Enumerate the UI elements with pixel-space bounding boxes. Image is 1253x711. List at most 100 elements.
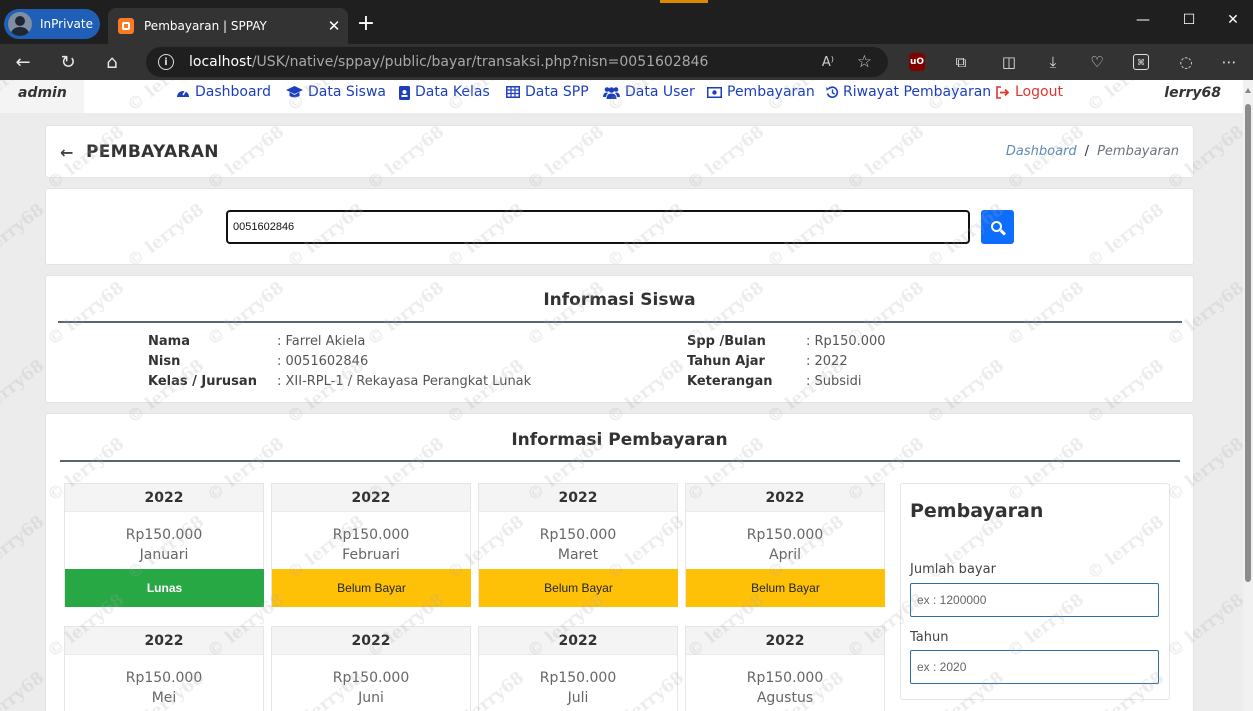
new-tab-icon[interactable]: + [354,10,378,38]
current-user-label: lerry68 [1164,85,1221,101]
downloads-icon[interactable]: ⤓ [1043,52,1063,72]
url-box[interactable]: i localhost/USK/native/sppay/public/baya… [146,47,888,77]
status-belum-bayar-button[interactable]: Belum Bayar [272,569,471,607]
nav-data-spp[interactable]: Data SPP [506,84,589,100]
status-belum-bayar-button[interactable]: Belum Bayar [479,569,678,607]
info-row-tahun-ajar: Tahun Ajar : 2022 [687,354,848,369]
month-amount: Rp150.000 [332,527,410,543]
nav-logout[interactable]: Logout [996,84,1063,100]
breadcrumb-dashboard[interactable]: Dashboard [1006,144,1077,159]
nav-data-user[interactable]: Data User [603,84,695,100]
nav-data-spp-label: Data SPP [525,84,589,100]
breadcrumb-separator: / [1084,144,1090,159]
extensions-puzzle-icon[interactable]: ⧉ [951,52,971,72]
graduation-cap-icon [286,85,303,99]
month-card: 2022 Rp150.000 Mei [64,626,264,711]
favorite-star-icon[interactable]: ☆ [857,52,872,72]
nav-pembayaran-label: Pembayaran [727,84,815,100]
xampp-favicon-icon [118,18,134,34]
watermark-text: © lerry68 [0,199,49,272]
month-name: Maret [557,547,599,563]
refresh-icon[interactable]: ↻ [53,49,83,75]
month-name: Juli [567,690,589,706]
info-row-kelas: Kelas / Jurusan : XII-RPL-1 / Rekayasa P… [148,374,531,389]
browser-tab-bar: InPrivate Pembayaran | SPPAY ✕ + — ☐ ✕ [0,0,1253,44]
month-year: 2022 [686,627,884,655]
student-info-heading: Informasi Siswa [543,290,696,310]
minimize-icon[interactable]: — [1118,0,1168,40]
scrollbar-thumb[interactable] [1245,104,1251,582]
split-screen-icon[interactable]: ◫ [999,52,1019,72]
back-arrow-icon[interactable]: ← [8,49,38,75]
url-host: localhost [189,54,252,70]
month-name: Agustus [756,690,814,706]
info-key: Kelas / Jurusan [148,374,257,389]
window-close-icon[interactable]: ✕ [1208,0,1253,40]
maximize-icon[interactable]: ☐ [1164,0,1214,40]
student-info-card: Informasi Siswa Nama : Farrel Akiela Nis… [45,275,1194,403]
nav-pembayaran[interactable]: Pembayaran [707,84,815,100]
info-row-nama: Nama : Farrel Akiela [148,334,365,349]
screenshot-extension-icon[interactable]: ⌘ [1133,54,1149,70]
divider [60,460,1180,462]
month-year: 2022 [479,484,677,512]
nav-data-siswa[interactable]: Data Siswa [286,84,386,100]
url-text[interactable]: localhost/USK/native/sppay/public/bayar/… [189,54,708,70]
read-aloud-icon[interactable]: A⁾ [822,55,834,70]
page-scrollbar[interactable] [1243,80,1253,711]
month-year: 2022 [65,484,263,512]
month-amount: Rp150.000 [539,670,617,686]
search-button[interactable] [981,210,1014,244]
health-extension-icon[interactable]: ♡ [1087,52,1107,72]
tachometer-icon [176,86,190,99]
scroll-up-icon[interactable] [1245,88,1251,93]
status-lunas-button[interactable]: Lunas [65,569,264,607]
nav-data-user-label: Data User [625,84,695,100]
month-card: 2022 Rp150.000 Juni [271,626,471,711]
year-label: Tahun [910,630,949,645]
month-amount: Rp150.000 [539,527,617,543]
tab-close-icon[interactable]: ✕ [320,17,348,35]
nav-data-siswa-label: Data Siswa [308,84,386,100]
info-value: : Rp150.000 [806,334,886,349]
payment-form: Pembayaran Jumlah bayar ex : 1200000 Tah… [900,483,1170,700]
address-bar-row: ← ↻ ⌂ i localhost/USK/native/sppay/publi… [0,44,1253,80]
nav-riwayat-pembayaran[interactable]: Riwayat Pembayaran [826,84,991,100]
search-card: 0051602846 [45,188,1194,265]
month-card: 2022 Rp150.000 Februari Belum Bayar [271,483,471,607]
copilot-icon[interactable]: ◌ [1176,52,1196,72]
tab-title: Pembayaran | SPPAY [144,19,267,33]
history-icon [826,85,839,99]
nisn-search-input[interactable]: 0051602846 [226,210,970,244]
info-key: Keterangan [687,374,773,389]
watermark-text: © lerry68 [0,511,49,584]
status-belum-bayar-button[interactable]: Belum Bayar [686,569,885,607]
more-menu-icon[interactable]: ⋯ [1219,52,1239,72]
info-key: Tahun Ajar [687,354,765,369]
payment-info-card: Informasi Pembayaran 2022 Rp150.000 Januar… [45,413,1194,711]
month-amount: Rp150.000 [746,527,824,543]
inprivate-badge[interactable]: InPrivate [4,9,100,39]
month-name: Juni [358,690,384,706]
home-icon[interactable]: ⌂ [97,49,127,75]
divider [58,321,1182,323]
site-info-icon[interactable]: i [158,54,174,70]
amount-input[interactable]: ex : 1200000 [910,583,1159,617]
month-amount: Rp150.000 [125,670,203,686]
year-input[interactable]: ex : 2020 [910,650,1159,684]
month-name: Februari [342,547,400,563]
accent-strip [660,0,708,3]
browser-tab-active[interactable]: Pembayaran | SPPAY ✕ [108,8,348,44]
ublock-extension-icon[interactable]: uO [909,53,925,71]
nav-data-kelas[interactable]: Data Kelas [399,84,490,100]
payment-info-heading: Informasi Pembayaran [511,430,728,450]
nav-dashboard[interactable]: Dashboard [176,84,271,100]
month-card: 2022 Rp150.000 Januari Lunas [64,483,264,607]
back-arrow-icon[interactable]: ← [60,143,73,162]
info-value: : 0051602846 [277,354,369,369]
month-year: 2022 [272,627,470,655]
info-key: Nisn [148,354,181,369]
info-value: : Subsidi [806,374,862,389]
month-card: 2022 Rp150.000 Juli [478,626,678,711]
month-amount: Rp150.000 [746,670,824,686]
